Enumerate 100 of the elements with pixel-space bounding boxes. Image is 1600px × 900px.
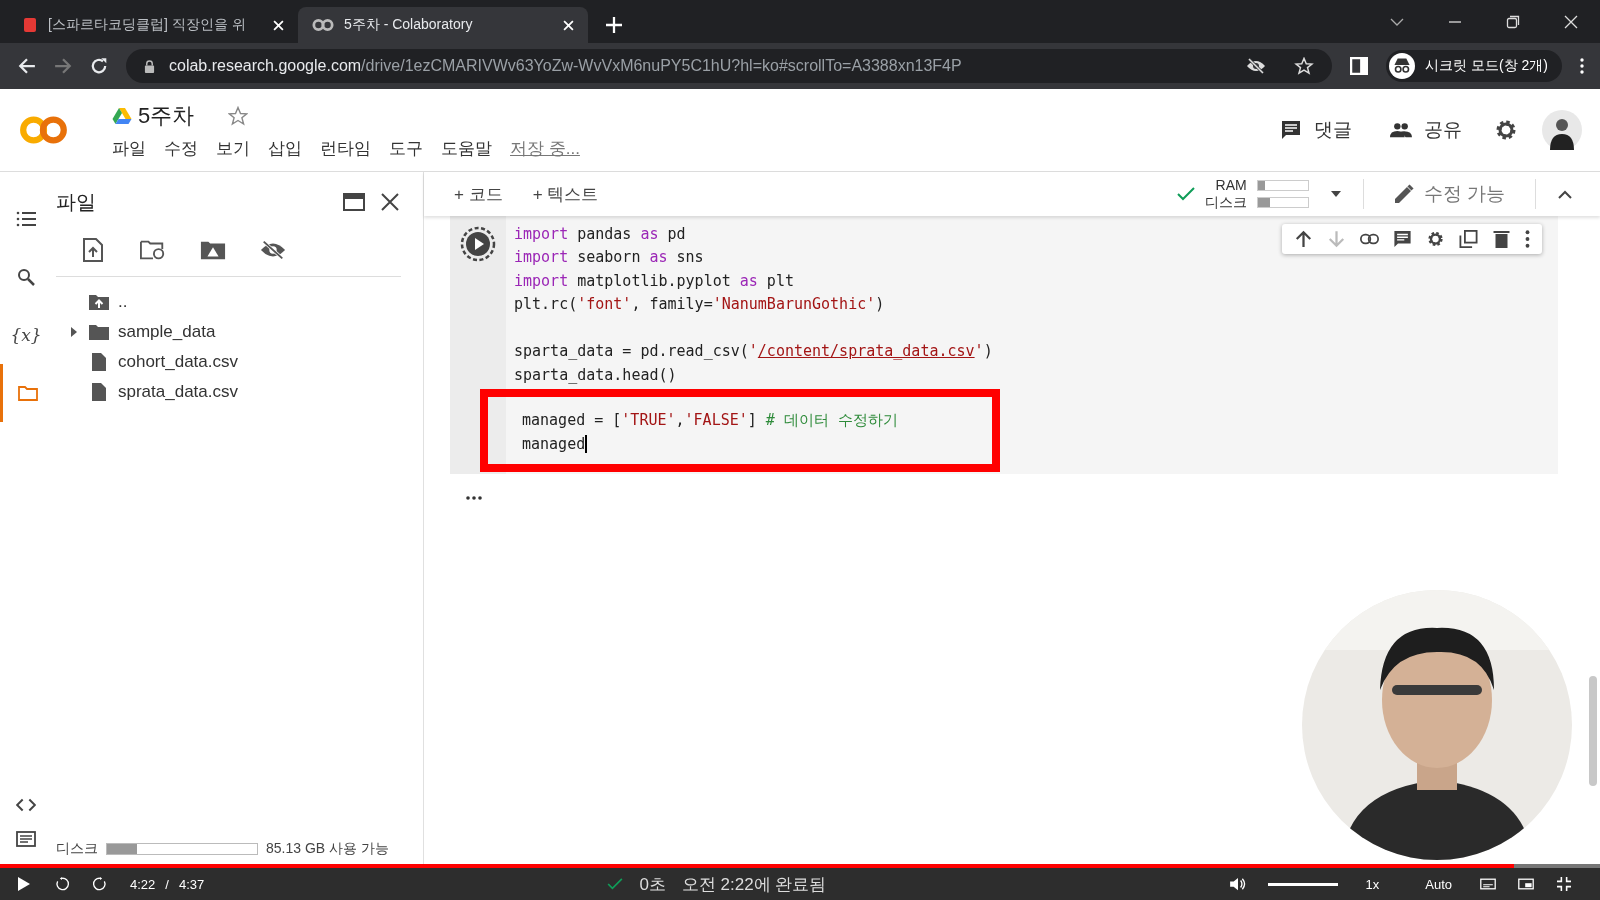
comment-icon — [1280, 120, 1302, 140]
code-line: plt.rc('font', family='NanumBarunGothic') — [514, 295, 885, 314]
share-button[interactable]: 공유 — [1384, 116, 1468, 144]
code-cell[interactable] — [450, 216, 1558, 474]
incognito-chip[interactable]: 시크릿 모드(창 2개) — [1386, 50, 1562, 82]
settings-icon[interactable] — [1494, 118, 1518, 142]
search-icon[interactable] — [16, 268, 36, 286]
avatar-icon[interactable] — [1542, 110, 1582, 150]
panel-title: 파일 — [56, 189, 96, 215]
reload-icon[interactable] — [90, 57, 108, 75]
star-icon[interactable] — [228, 105, 249, 126]
code-icon[interactable] — [16, 796, 36, 814]
arrow-up-icon[interactable] — [1294, 230, 1313, 248]
restore-icon[interactable] — [1506, 15, 1520, 29]
close-icon[interactable] — [379, 193, 401, 211]
disk-label: 디스크 — [1204, 194, 1247, 211]
eye-off-icon[interactable] — [1246, 57, 1267, 75]
people-icon — [1390, 120, 1412, 140]
elapsed-text: 0초 — [639, 873, 666, 896]
mirror-cell-icon[interactable] — [1459, 230, 1478, 248]
eye-off-icon[interactable] — [260, 238, 286, 262]
list-icon[interactable] — [16, 210, 36, 228]
url-text: colab.research.google.com/drive/1ezCMARIVWv63YoZw-WvVxM6nuPY5C1hU?hl=ko#scrollTo=A3388xn13F4P — [169, 57, 962, 75]
close-icon[interactable] — [1564, 15, 1578, 29]
code-line: sparta_data = pd.read_csv('/content/sprata_data.csv') — [514, 342, 993, 361]
code-line: managed — [522, 434, 586, 453]
back-icon[interactable] — [18, 57, 36, 75]
exit-fullscreen-icon[interactable] — [1556, 877, 1572, 891]
incognito-icon — [1389, 53, 1416, 79]
code-line: sparta_data.head() — [514, 365, 677, 384]
code-line: import seaborn as sns — [514, 248, 704, 267]
notebook-title[interactable]: 5주차 — [138, 100, 195, 131]
code-line: import pandas as pd — [514, 224, 686, 243]
current-time: 4:22 — [130, 876, 156, 892]
duration: 4:37 — [178, 876, 205, 892]
scrollbar-thumb[interactable] — [1589, 676, 1597, 786]
file-tree-item[interactable]: cohort_data.csv — [68, 347, 401, 377]
browser-tab[interactable]: [스파르타코딩클럽] 직장인을 위 — [8, 7, 298, 43]
browser-tab[interactable]: 5주차 - Colaboratory — [298, 7, 588, 43]
file-tree-item[interactable]: sprata_data.csv — [68, 377, 401, 407]
lock-icon — [144, 59, 155, 73]
settings-icon[interactable] — [1426, 230, 1445, 248]
disk-meter — [1256, 197, 1309, 208]
output-ellipsis-icon[interactable] — [466, 495, 482, 500]
check-icon — [1176, 187, 1195, 201]
save-status-link[interactable]: 저장 중... — [510, 136, 580, 160]
menu-item[interactable]: 파일 — [112, 136, 146, 160]
address-field[interactable]: colab.research.google.com/drive/1ezCMARIVWv63YoZw-WvVxM6nuPY5C1hU?hl=ko#scrollTo=A3388xn13F4P — [126, 49, 1333, 83]
comment-icon[interactable] — [1393, 230, 1412, 248]
code-line: managed = ['TRUE','FALSE'] # 데이터 수정하기 — [522, 410, 898, 430]
check-icon — [607, 878, 624, 890]
captions-icon[interactable] — [1480, 877, 1496, 891]
file-tree-item[interactable]: .. — [68, 287, 401, 317]
folder-icon[interactable] — [17, 384, 38, 402]
menu-item[interactable]: 런타임 — [320, 136, 371, 160]
add-text-button[interactable]: + 텍스트 — [526, 181, 605, 207]
folder-refresh-icon[interactable] — [140, 238, 166, 262]
more-icon[interactable] — [1525, 230, 1530, 248]
co-logo-icon[interactable] — [18, 113, 70, 147]
volume-icon[interactable] — [1229, 877, 1246, 891]
menu-item[interactable]: 삽입 — [268, 136, 302, 160]
new-tab-icon[interactable] — [606, 17, 622, 33]
caret-icon[interactable] — [71, 327, 77, 337]
more-icon[interactable] — [1580, 58, 1584, 74]
side-panel-icon[interactable] — [1350, 57, 1369, 75]
forward-icon[interactable] — [92, 877, 108, 891]
variables-tab[interactable]: {x} — [10, 325, 42, 345]
picture-in-picture-icon[interactable] — [1518, 877, 1534, 891]
ram-label: RAM — [1214, 177, 1247, 194]
add-code-button[interactable]: + 코드 — [448, 181, 509, 207]
code-line: import matplotlib.pyplot as plt — [514, 271, 794, 290]
trash-icon[interactable] — [1492, 230, 1511, 248]
pencil-icon — [1393, 184, 1414, 204]
rewind-icon[interactable] — [54, 877, 70, 891]
menu-item[interactable]: 도움말 — [441, 136, 492, 160]
terminal-icon[interactable] — [16, 830, 36, 848]
disk-label: 디스크 — [56, 840, 98, 858]
book-icon — [22, 17, 38, 33]
folder-up-icon — [88, 293, 110, 311]
chevron-up-icon[interactable] — [1558, 189, 1572, 199]
dropdown-icon[interactable] — [1330, 191, 1341, 197]
menu-item[interactable]: 도구 — [389, 136, 423, 160]
upload-file-icon[interactable] — [80, 238, 106, 262]
time-separator: / — [165, 876, 169, 892]
disk-free-text: 85.13 GB 사용 가능 — [266, 840, 389, 858]
completed-text: 오전 2:22에 완료됨 — [681, 873, 827, 896]
run-icon[interactable] — [460, 226, 496, 262]
speed-button[interactable]: 1x — [1365, 876, 1380, 892]
co-logo-icon — [312, 17, 334, 33]
file-tree-item[interactable]: sample_data — [68, 317, 401, 347]
folder-icon — [88, 323, 110, 341]
menu-item[interactable]: 보기 — [216, 136, 250, 160]
window-icon[interactable] — [343, 193, 365, 211]
menu-item[interactable]: 수정 — [164, 136, 198, 160]
edit-mode-button[interactable]: 수정 가능 — [1387, 180, 1511, 208]
comment-button[interactable]: 댓글 — [1274, 116, 1358, 144]
play-icon[interactable] — [16, 877, 32, 891]
ram-meter — [1256, 180, 1309, 191]
quality-button[interactable]: Auto — [1425, 876, 1452, 892]
volume-slider[interactable] — [1267, 882, 1338, 886]
